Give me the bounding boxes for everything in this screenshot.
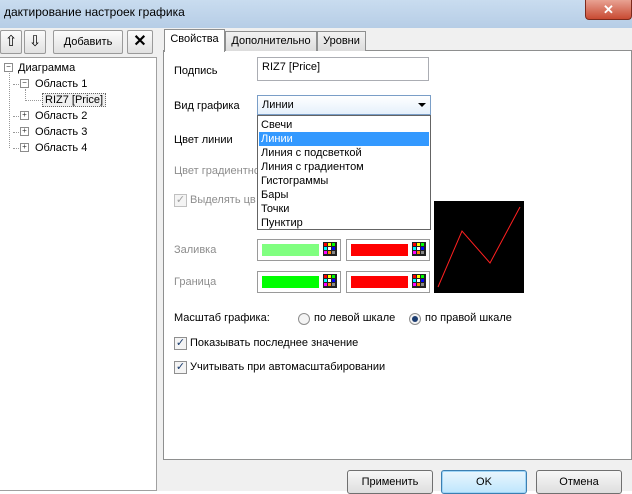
highlight-label: Выделять цв xyxy=(190,194,256,206)
tab-levels[interactable]: Уровни xyxy=(317,31,366,51)
border-up-color xyxy=(262,276,319,288)
show-last-value-label: Показывать последнее значение xyxy=(190,337,359,349)
autoscale-label: Учитывать при автомасштабировании xyxy=(190,361,386,373)
border-down-color xyxy=(351,276,408,288)
option-lines[interactable]: Линии xyxy=(259,132,429,146)
highlight-checkbox[interactable]: ✓ xyxy=(174,194,187,207)
preview-line xyxy=(437,206,521,288)
fill-up-color xyxy=(262,244,319,256)
move-up-button[interactable]: ⇧ xyxy=(0,30,22,54)
border-up-swatch[interactable] xyxy=(257,271,341,293)
fill-down-color xyxy=(351,244,408,256)
chart-type-label: Вид графика xyxy=(174,100,240,112)
caption-input[interactable]: RIZ7 [Price] xyxy=(257,57,429,81)
border-label: Граница xyxy=(174,276,217,288)
tab-advanced[interactable]: Дополнительно xyxy=(225,31,317,51)
chart-type-select[interactable]: Линии xyxy=(257,95,431,115)
collapse-root-icon[interactable]: − xyxy=(4,63,13,72)
option-line-gradient[interactable]: Линия с градиентом xyxy=(259,160,429,174)
fill-down-swatch[interactable] xyxy=(346,239,430,261)
option-dashed[interactable]: Пунктир xyxy=(259,216,429,230)
autoscale-checkbox[interactable]: ✓ xyxy=(174,361,187,374)
option-line-highlight[interactable]: Линия с подсветкой xyxy=(259,146,429,160)
tab-properties[interactable]: Свойства xyxy=(164,29,225,52)
border-down-swatch[interactable] xyxy=(346,271,430,293)
color-palette-icon[interactable] xyxy=(323,242,337,256)
scale-left-radio[interactable] xyxy=(298,313,310,325)
expand-area4-icon[interactable]: + xyxy=(20,143,29,152)
expand-area2-icon[interactable]: + xyxy=(20,111,29,120)
color-palette-icon[interactable] xyxy=(323,274,337,288)
option-candles[interactable]: Свечи xyxy=(259,118,429,132)
close-button[interactable]: ✕ xyxy=(585,0,632,20)
scale-label: Масштаб графика: xyxy=(174,312,270,324)
tree-node-area-3[interactable]: Область 3 xyxy=(35,126,87,138)
radio-dot xyxy=(412,316,418,322)
tree-node-series[interactable]: RIZ7 [Price] xyxy=(42,93,107,107)
color-palette-icon[interactable] xyxy=(412,274,426,288)
gradient-color-label: Цвет градиентно xyxy=(174,165,260,177)
collapse-area1-icon[interactable]: − xyxy=(20,79,29,88)
scale-right-radio[interactable] xyxy=(409,313,421,325)
move-down-button[interactable]: ⇩ xyxy=(24,30,46,54)
chart-preview xyxy=(434,201,524,293)
chart-type-dropdown: Свечи Линии Линия с подсветкой Линия с г… xyxy=(257,115,431,230)
add-button[interactable]: Добавить xyxy=(53,30,123,54)
tree-node-area-1[interactable]: Область 1 xyxy=(35,78,87,90)
caption-value: RIZ7 [Price] xyxy=(262,61,321,73)
show-last-value-checkbox[interactable]: ✓ xyxy=(174,337,187,350)
delete-button[interactable]: ✕ xyxy=(127,30,153,54)
tree-node-area-4[interactable]: Область 4 xyxy=(35,142,87,154)
scale-right-label: по правой шкале xyxy=(425,312,512,324)
cancel-button[interactable]: Отмена xyxy=(536,470,622,494)
scale-left-label: по левой шкале xyxy=(314,312,396,324)
chart-tree xyxy=(0,57,157,491)
tree-node-diagram[interactable]: Диаграмма xyxy=(18,62,75,74)
tree-node-area-2[interactable]: Область 2 xyxy=(35,110,87,122)
title-bar: дактирование настроек графика ✕ xyxy=(0,0,632,28)
fill-label: Заливка xyxy=(174,244,217,256)
ok-button[interactable]: OK xyxy=(441,470,527,494)
window-title: дактирование настроек графика xyxy=(4,5,185,19)
chart-type-value: Линии xyxy=(262,99,294,111)
chevron-down-icon xyxy=(418,103,426,107)
apply-button[interactable]: Применить xyxy=(347,470,433,494)
expand-area3-icon[interactable]: + xyxy=(20,127,29,136)
line-color-label: Цвет линии xyxy=(174,134,233,146)
option-bars[interactable]: Бары xyxy=(259,188,429,202)
option-histograms[interactable]: Гистограммы xyxy=(259,174,429,188)
caption-label: Подпись xyxy=(174,65,218,77)
color-palette-icon[interactable] xyxy=(412,242,426,256)
fill-up-swatch[interactable] xyxy=(257,239,341,261)
option-points[interactable]: Точки xyxy=(259,202,429,216)
